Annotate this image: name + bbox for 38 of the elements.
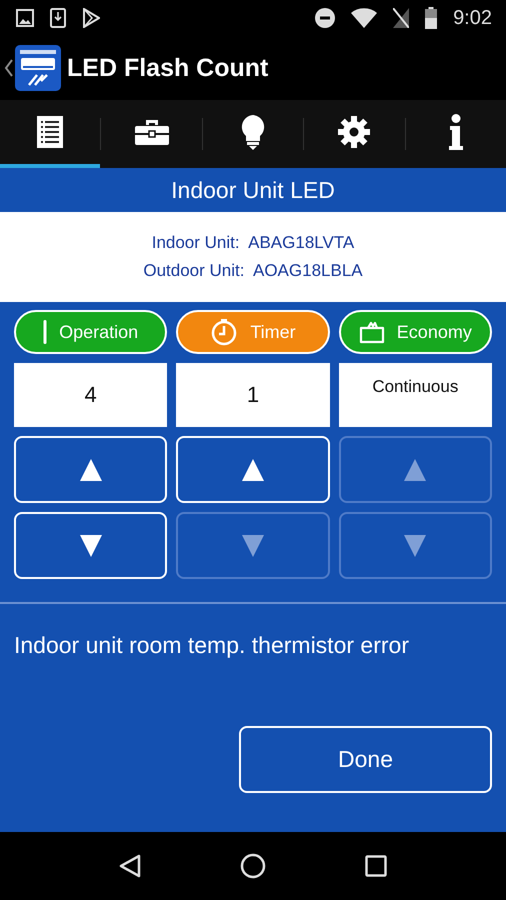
bag-icon (358, 320, 385, 344)
down-triangle-icon (403, 534, 428, 558)
recents-icon[interactable] (364, 855, 387, 877)
battery-icon (425, 7, 438, 29)
down-triangle-icon (78, 534, 103, 558)
mode-button[interactable]: Economy (338, 310, 492, 354)
lightbulb-icon (240, 114, 266, 150)
clock-time: 9:02 (453, 6, 492, 30)
image-icon (16, 9, 34, 27)
unit-model: Indoor Unit: ABAG18LVTA (152, 233, 354, 253)
up-triangle-icon (240, 458, 265, 482)
count-value: Continuous (338, 363, 492, 427)
done-button[interactable]: Done (239, 726, 492, 793)
settings-icon (337, 115, 372, 149)
list-icon (36, 115, 64, 149)
home-icon[interactable] (240, 853, 266, 879)
count-value: 1 (176, 363, 330, 427)
info-icon (448, 114, 464, 150)
mode-button[interactable]: Operation (14, 310, 168, 354)
play-store-icon (82, 8, 100, 28)
download-icon (50, 8, 66, 28)
section-title: Indoor Unit LED (170, 176, 336, 204)
count-value: 4 (14, 363, 168, 427)
mode-button[interactable]: Timer (176, 310, 330, 354)
screen-title: LED Flash Count (67, 54, 268, 82)
do-not-disturb-icon (315, 8, 336, 28)
back-icon[interactable] (119, 854, 142, 878)
down-triangle-icon (240, 534, 265, 558)
wifi-icon (351, 8, 378, 28)
app-logo[interactable] (15, 45, 61, 91)
timer-icon (210, 318, 238, 346)
error-message: Indoor unit room temp. thermistor error (14, 632, 409, 658)
up-triangle-icon (403, 458, 428, 482)
no-signal-icon (393, 8, 410, 28)
toolbox-icon (134, 118, 170, 146)
unit-model: Outdoor Unit: AOAG18LBLA (143, 261, 363, 281)
up-triangle-icon (78, 458, 103, 482)
power-bar-icon (43, 320, 48, 344)
